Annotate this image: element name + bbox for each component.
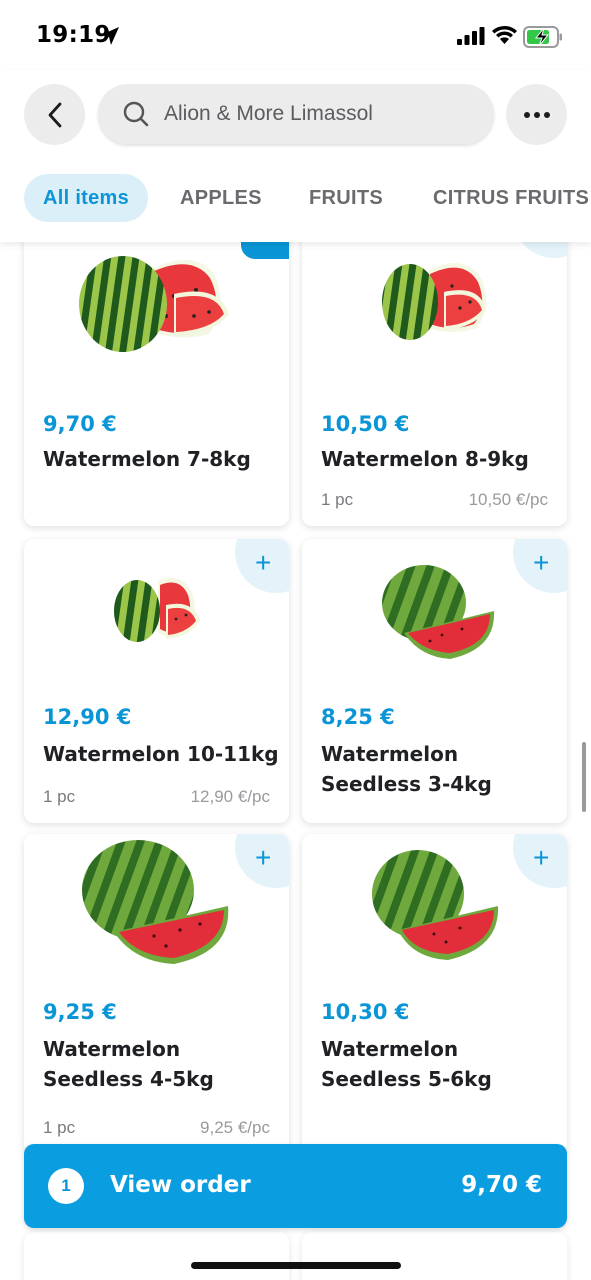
home-indicator — [191, 1262, 401, 1269]
search-bar[interactable]: Alion & More Limassol — [98, 84, 494, 144]
more-options-button[interactable] — [506, 84, 567, 145]
category-tabs: All items APPLES FRUITS CITRUS FRUITS — [0, 174, 591, 224]
location-arrow-icon — [101, 27, 119, 45]
product-card-peek — [24, 1232, 289, 1280]
tab-apples[interactable]: APPLES — [180, 174, 262, 222]
view-order-label: View order — [110, 1172, 251, 1198]
product-unit: 1 pc — [43, 787, 76, 806]
product-card[interactable]: + 10,50 € Watermelon 8-9kg 1 pc 10,50 €/… — [302, 204, 567, 526]
product-price: 12,90 € — [43, 705, 132, 729]
tab-citrus-fruits[interactable]: CITRUS FRUITS — [433, 174, 589, 222]
product-unit: 1 pc — [321, 490, 354, 509]
product-card[interactable]: + 8,25 € Watermelon Seedless 3-4kg — [302, 539, 567, 823]
product-unit-price: 12,90 €/pc — [190, 787, 270, 806]
product-name: Watermelon 10-11kg — [43, 742, 279, 766]
product-grid: 1 9,70 € Watermelon 7-8kg + 10,50 € Wate… — [0, 204, 591, 1280]
chevron-left-icon — [48, 102, 61, 127]
header: Alion & More Limassol All items APPLES F… — [0, 70, 591, 242]
product-price: 9,70 € — [43, 412, 117, 436]
product-name: Watermelon Seedless 3-4kg — [321, 742, 492, 796]
battery-charging-icon — [523, 26, 562, 48]
more-horizontal-icon — [523, 111, 550, 118]
plus-icon: + — [255, 842, 272, 873]
product-unit: 1 pc — [43, 1118, 76, 1137]
tab-all-items[interactable]: All items — [24, 174, 149, 222]
product-card-peek — [302, 1232, 567, 1280]
product-card[interactable]: + 12,90 € Watermelon 10-11kg 1 pc 12,90 … — [24, 539, 289, 823]
cellular-signal-icon — [457, 27, 485, 45]
product-price: 10,30 € — [321, 1000, 410, 1024]
plus-icon: + — [255, 547, 272, 578]
plus-icon: + — [533, 842, 550, 873]
plus-icon: + — [533, 547, 550, 578]
product-name: Watermelon Seedless 5-6kg — [321, 1037, 492, 1091]
product-name: Watermelon 8-9kg — [321, 447, 529, 471]
product-price: 10,50 € — [321, 412, 410, 436]
search-placeholder: Alion & More Limassol — [164, 102, 373, 125]
product-unit-price: 10,50 €/pc — [468, 490, 548, 509]
order-count-badge: 1 — [48, 1168, 84, 1204]
product-price: 8,25 € — [321, 705, 395, 729]
product-card[interactable]: 1 9,70 € Watermelon 7-8kg — [24, 204, 289, 526]
product-name: Watermelon Seedless 4-5kg — [43, 1037, 214, 1091]
tab-fruits[interactable]: FRUITS — [309, 174, 383, 222]
order-total: 9,70 € — [461, 1172, 542, 1198]
view-order-button[interactable]: 1 View order 9,70 € — [24, 1144, 567, 1228]
wifi-icon — [492, 25, 517, 44]
scrollbar[interactable] — [582, 742, 586, 812]
product-unit-price: 9,25 €/pc — [200, 1118, 270, 1137]
product-price: 9,25 € — [43, 1000, 117, 1024]
status-bar: 19:19 — [0, 0, 591, 70]
back-button[interactable] — [24, 84, 85, 145]
product-card[interactable]: + 9,25 € Watermelon Seedless 4-5kg 1 pc … — [24, 834, 289, 1154]
product-name: Watermelon 7-8kg — [43, 447, 251, 471]
product-card[interactable]: + 10,30 € Watermelon Seedless 5-6kg — [302, 834, 567, 1154]
search-icon — [123, 101, 149, 127]
